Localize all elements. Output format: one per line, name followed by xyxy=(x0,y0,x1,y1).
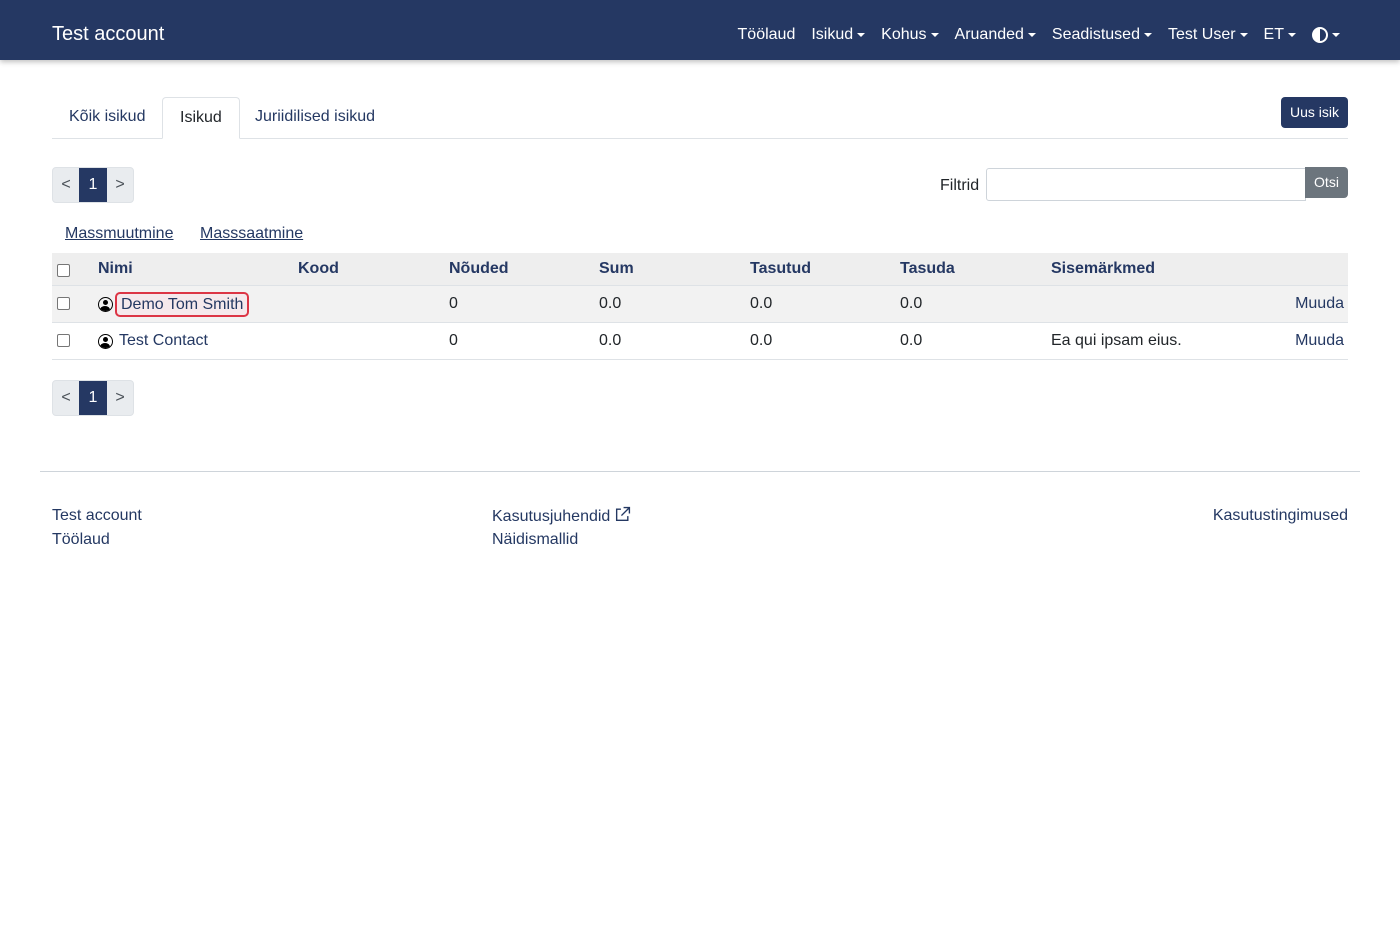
table-row: Test Contact 0 0.0 0.0 0.0 Ea qui ipsam … xyxy=(52,323,1348,360)
caret-down-icon xyxy=(1332,33,1340,37)
cell-claims: 0 xyxy=(449,295,458,312)
pagination-bottom: < 1 > xyxy=(52,380,134,416)
person-icon xyxy=(98,334,113,349)
footer-dashboard-link[interactable]: Töölaud xyxy=(52,530,110,550)
mass-send-link[interactable]: Masssaatmine xyxy=(200,225,303,243)
search-button[interactable]: Otsi xyxy=(1305,167,1348,198)
caret-down-icon xyxy=(930,33,939,37)
cell-sum: 0.0 xyxy=(599,332,622,349)
column-header-due[interactable]: Tasuda xyxy=(900,253,955,285)
nav-menu: Töölaud Isikud Kohus Aruanded Seadistuse… xyxy=(722,24,1340,46)
footer-guides-link[interactable]: Kasutusjuhendid xyxy=(492,506,631,527)
external-link-icon xyxy=(616,506,631,522)
nav-item-court[interactable]: Kohus xyxy=(881,24,939,46)
cell-claims: 0 xyxy=(449,332,458,349)
current-page-button[interactable]: 1 xyxy=(79,381,107,415)
cell-sum: 0.0 xyxy=(599,295,622,312)
footer-guides-label: Kasutusjuhendid xyxy=(492,508,611,525)
table-row: Demo Tom Smith 0 0.0 0.0 0.0 Muuda xyxy=(52,286,1348,323)
nav-item-user[interactable]: Test User xyxy=(1168,24,1248,46)
cell-notes: Ea qui ipsam eius. xyxy=(1051,332,1182,349)
nav-item-label: ET xyxy=(1263,26,1284,43)
person-name-link[interactable]: Test Contact xyxy=(115,329,212,354)
select-all-checkbox[interactable] xyxy=(57,264,70,277)
nav-item-language[interactable]: ET xyxy=(1264,24,1296,46)
new-person-button[interactable]: Uus isik xyxy=(1281,97,1348,128)
person-icon xyxy=(98,297,113,312)
nav-item-label: Seadistused xyxy=(1051,26,1140,43)
cell-paid: 0.0 xyxy=(750,295,773,312)
current-page-button[interactable]: 1 xyxy=(79,168,107,202)
column-header-notes[interactable]: Sisemärkmed xyxy=(1051,253,1155,285)
filter-input[interactable] xyxy=(986,168,1306,201)
prev-page-button[interactable]: < xyxy=(53,168,79,202)
cell-paid: 0.0 xyxy=(750,332,773,349)
column-header-paid[interactable]: Tasutud xyxy=(750,253,811,285)
cell-due: 0.0 xyxy=(900,332,923,349)
brand-link[interactable]: Test account xyxy=(52,22,164,46)
persons-table: Nimi Kood Nõuded Sum Tasutud Tasuda Sise… xyxy=(52,253,1348,360)
edit-link[interactable]: Muuda xyxy=(1295,286,1344,322)
tab-legal-persons[interactable]: Juriidilised isikud xyxy=(238,97,392,139)
row-checkbox[interactable] xyxy=(57,297,70,310)
caret-down-icon xyxy=(857,33,866,37)
row-checkbox[interactable] xyxy=(57,334,70,347)
person-name-link[interactable]: Demo Tom Smith xyxy=(115,292,250,317)
nav-item-label: Töölaud xyxy=(737,26,796,43)
nav-item-dashboard[interactable]: Töölaud xyxy=(738,24,796,46)
nav-item-label: Aruanded xyxy=(954,26,1024,43)
next-page-button[interactable]: > xyxy=(107,381,133,415)
prev-page-button[interactable]: < xyxy=(53,381,79,415)
tab-all-persons[interactable]: Kõik isikud xyxy=(52,97,162,139)
person-tabs: Kõik isikud Isikud Juriidilised isikud xyxy=(52,97,1348,139)
caret-down-icon xyxy=(1239,33,1248,37)
nav-item-settings[interactable]: Seadistused xyxy=(1052,24,1152,46)
top-navbar: Test account Töölaud Isikud Kohus Aruand… xyxy=(0,0,1400,60)
column-header-claims[interactable]: Nõuded xyxy=(449,253,509,285)
column-header-code[interactable]: Kood xyxy=(298,253,339,285)
mass-edit-link[interactable]: Massmuutmine xyxy=(65,225,173,243)
footer-divider xyxy=(40,471,1360,472)
nav-item-label: Kohus xyxy=(881,26,927,43)
nav-item-label: Test User xyxy=(1167,26,1236,43)
theme-toggle[interactable] xyxy=(1312,27,1340,43)
caret-down-icon xyxy=(1027,33,1036,37)
nav-item-reports[interactable]: Aruanded xyxy=(955,24,1036,46)
nav-item-label: Isikud xyxy=(811,26,854,43)
column-header-sum[interactable]: Sum xyxy=(599,253,634,285)
nav-item-persons[interactable]: Isikud xyxy=(811,24,866,46)
filter-label: Filtrid xyxy=(940,177,980,194)
table-header-row: Nimi Kood Nõuded Sum Tasutud Tasuda Sise… xyxy=(52,253,1348,286)
next-page-button[interactable]: > xyxy=(107,168,133,202)
tab-persons[interactable]: Isikud xyxy=(162,97,240,139)
cell-due: 0.0 xyxy=(900,295,923,312)
caret-down-icon xyxy=(1143,33,1152,37)
footer-terms-link[interactable]: Kasutustingimused xyxy=(1213,506,1348,526)
contrast-icon xyxy=(1312,27,1328,43)
caret-down-icon xyxy=(1288,33,1296,37)
footer-account-link[interactable]: Test account xyxy=(52,506,142,526)
pagination-top: < 1 > xyxy=(52,167,134,203)
column-header-name[interactable]: Nimi xyxy=(98,253,133,285)
footer-templates-link[interactable]: Näidismallid xyxy=(492,530,578,550)
edit-link[interactable]: Muuda xyxy=(1295,323,1344,359)
